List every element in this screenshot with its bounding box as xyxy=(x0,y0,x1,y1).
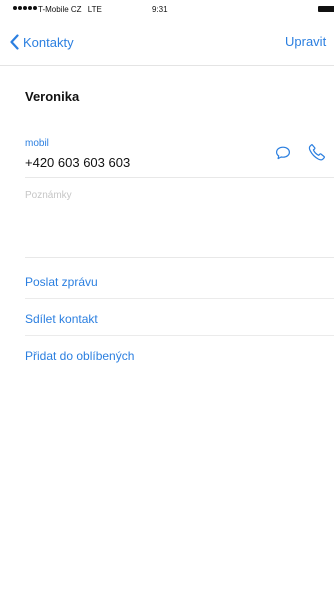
status-time: 9:31 xyxy=(152,5,168,14)
message-bubble-icon[interactable] xyxy=(275,145,291,161)
add-to-favorites-label: Přidat do oblíbených xyxy=(25,349,135,363)
network-type: LTE xyxy=(87,5,102,14)
phone-row: mobil +420 603 603 603 xyxy=(25,130,334,178)
carrier-name: T-Mobile CZ xyxy=(38,5,82,14)
send-message-button[interactable]: Poslat zprávu xyxy=(25,262,334,299)
phone-label: mobil xyxy=(25,138,49,149)
carrier-info: T-Mobile CZ LTE xyxy=(38,5,102,14)
share-contact-button[interactable]: Sdílet kontakt xyxy=(25,299,334,336)
back-button[interactable]: Kontakty xyxy=(9,32,74,52)
edit-button[interactable]: Upravit xyxy=(285,34,326,49)
add-to-favorites-button[interactable]: Přidat do oblíbených xyxy=(25,336,334,373)
contact-name: Veronika xyxy=(25,89,80,104)
share-contact-label: Sdílet kontakt xyxy=(25,312,98,326)
phone-icon[interactable] xyxy=(308,143,326,161)
navigation-bar: Kontakty Upravit xyxy=(0,20,334,66)
notes-field[interactable]: Poznámky xyxy=(25,178,334,258)
notes-placeholder: Poznámky xyxy=(25,190,72,201)
send-message-label: Poslat zprávu xyxy=(25,275,98,289)
status-bar: T-Mobile CZ LTE 9:31 xyxy=(0,0,334,20)
contact-detail-screen: T-Mobile CZ LTE 9:31 Kontakty Upravit Ve… xyxy=(0,0,334,595)
battery-icon xyxy=(318,6,334,12)
signal-strength-icon xyxy=(13,6,37,10)
phone-number[interactable]: +420 603 603 603 xyxy=(25,155,130,170)
back-label: Kontakty xyxy=(23,34,74,50)
chevron-left-icon xyxy=(10,34,19,50)
